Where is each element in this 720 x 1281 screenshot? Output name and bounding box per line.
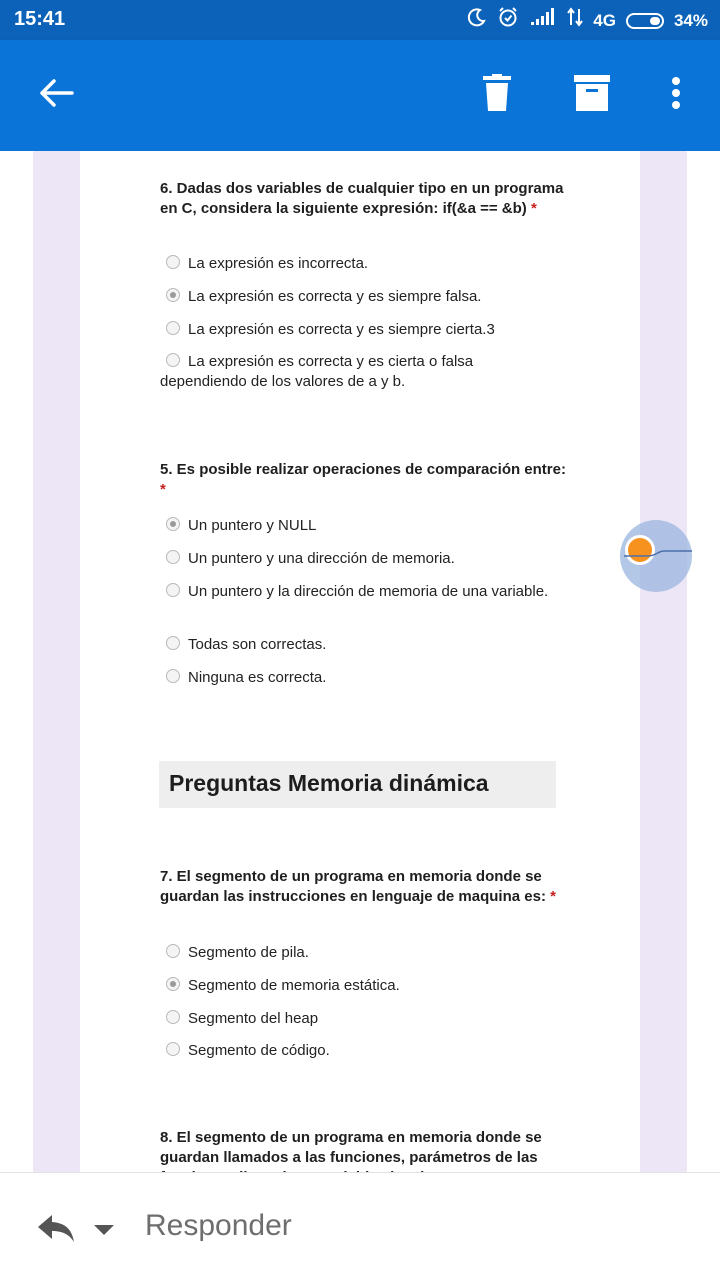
option-label: Un puntero y una dirección de memoria. bbox=[188, 550, 455, 567]
app-bar bbox=[0, 40, 720, 151]
message-body[interactable]: 6. Dadas dos variables de cualquier tipo… bbox=[0, 151, 720, 1172]
radio-button[interactable] bbox=[166, 550, 180, 564]
data-arrows-icon bbox=[567, 7, 584, 34]
more-options-button[interactable] bbox=[652, 40, 700, 151]
question-text: 6. Dadas dos variables de cualquier tipo… bbox=[160, 180, 564, 217]
option-label: Un puntero y NULL bbox=[188, 517, 317, 534]
question-title: 7. El segmento de un programa en memoria… bbox=[160, 867, 570, 907]
floating-bubble[interactable] bbox=[620, 520, 692, 592]
option-row[interactable]: La expresión es correcta y es siempre fa… bbox=[160, 287, 560, 307]
signal-icon bbox=[529, 7, 557, 34]
option-row[interactable]: La expresión es incorrecta. bbox=[160, 254, 560, 274]
radio-button-selected[interactable] bbox=[166, 517, 180, 531]
form-side-stripe-right bbox=[640, 151, 687, 1172]
radio-button[interactable] bbox=[166, 669, 180, 683]
option-row[interactable]: La expresión es correcta y es cierta o f… bbox=[160, 352, 560, 392]
option-label: La expresión es incorrecta. bbox=[188, 255, 369, 272]
radio-button-selected[interactable] bbox=[166, 977, 180, 991]
battery-level: 34% bbox=[673, 10, 708, 30]
radio-button[interactable] bbox=[166, 583, 180, 597]
option-row[interactable]: Un puntero y NULL bbox=[160, 516, 560, 536]
question-text: 7. El segmento de un programa en memoria… bbox=[160, 868, 546, 905]
trash-icon bbox=[483, 74, 511, 117]
option-label: La expresión es correcta y es cierta o f… bbox=[160, 353, 474, 390]
section-title: Preguntas Memoria dinámica bbox=[169, 770, 489, 796]
radio-button[interactable] bbox=[166, 1042, 180, 1056]
status-time: 15:41 bbox=[14, 8, 66, 30]
floating-line-icon bbox=[624, 550, 692, 557]
option-row[interactable]: La expresión es correcta y es siempre ci… bbox=[160, 320, 560, 340]
delete-button[interactable] bbox=[470, 40, 524, 151]
reply-icon[interactable] bbox=[36, 1213, 76, 1248]
option-row[interactable]: Segmento de memoria estática. bbox=[160, 976, 560, 996]
question-title: 8. El segmento de un programa en memoria… bbox=[160, 1128, 570, 1172]
option-label: Ninguna es correcta. bbox=[188, 669, 327, 686]
radio-button-selected[interactable] bbox=[166, 288, 180, 302]
option-row[interactable]: Todas son correctas. bbox=[160, 635, 560, 655]
archive-icon bbox=[574, 75, 610, 116]
option-label: Segmento de código. bbox=[188, 1042, 330, 1059]
reply-bar: Responder bbox=[0, 1172, 720, 1281]
radio-button[interactable] bbox=[166, 636, 180, 650]
alarm-icon bbox=[497, 6, 519, 35]
archive-button[interactable] bbox=[565, 40, 619, 151]
question-title: 6. Dadas dos variables de cualquier tipo… bbox=[160, 179, 570, 219]
required-mark: * bbox=[550, 888, 556, 905]
option-label: Un puntero y la dirección de memoria de … bbox=[188, 583, 549, 600]
form-side-stripe-left bbox=[33, 151, 80, 1172]
question-title: 5. Es posible realizar operaciones de co… bbox=[160, 460, 570, 500]
moon-icon bbox=[467, 7, 487, 34]
option-label: Segmento de pila. bbox=[188, 944, 309, 961]
question-text: 8. El segmento de un programa en memoria… bbox=[160, 1129, 542, 1172]
status-bar: 15:41 4G 34% bbox=[0, 0, 720, 40]
option-label: Segmento de memoria estática. bbox=[188, 977, 400, 994]
back-button[interactable] bbox=[28, 40, 84, 151]
radio-button[interactable] bbox=[166, 255, 180, 269]
option-row[interactable]: Ninguna es correcta. bbox=[160, 668, 560, 688]
radio-button[interactable] bbox=[166, 353, 180, 367]
network-type: 4G bbox=[593, 10, 616, 30]
radio-button[interactable] bbox=[166, 1010, 180, 1024]
option-row[interactable]: Segmento de código. bbox=[160, 1041, 560, 1061]
chevron-down-icon[interactable] bbox=[93, 1223, 115, 1241]
question-text: 5. Es posible realizar operaciones de co… bbox=[160, 461, 566, 478]
option-label: La expresión es correcta y es siempre ci… bbox=[188, 321, 495, 338]
status-icons: 4G 34% bbox=[467, 6, 708, 35]
required-mark: * bbox=[530, 200, 537, 217]
radio-button[interactable] bbox=[166, 321, 180, 335]
option-row[interactable]: Un puntero y una dirección de memoria. bbox=[160, 549, 560, 569]
battery-icon bbox=[625, 12, 664, 29]
required-mark: * bbox=[160, 481, 166, 498]
reply-button[interactable]: Responder bbox=[145, 1209, 292, 1243]
section-header: Preguntas Memoria dinámica bbox=[159, 761, 556, 808]
more-vert-icon bbox=[671, 76, 681, 115]
radio-button[interactable] bbox=[166, 944, 180, 958]
option-row[interactable]: Segmento de pila. bbox=[160, 943, 560, 963]
option-row[interactable]: Un puntero y la dirección de memoria de … bbox=[160, 582, 560, 602]
option-label: Todas son correctas. bbox=[188, 636, 327, 653]
option-label: La expresión es correcta y es siempre fa… bbox=[188, 288, 482, 305]
back-arrow-icon bbox=[38, 78, 74, 113]
option-row[interactable]: Segmento del heap bbox=[160, 1009, 560, 1029]
option-label: Segmento del heap bbox=[188, 1010, 319, 1027]
